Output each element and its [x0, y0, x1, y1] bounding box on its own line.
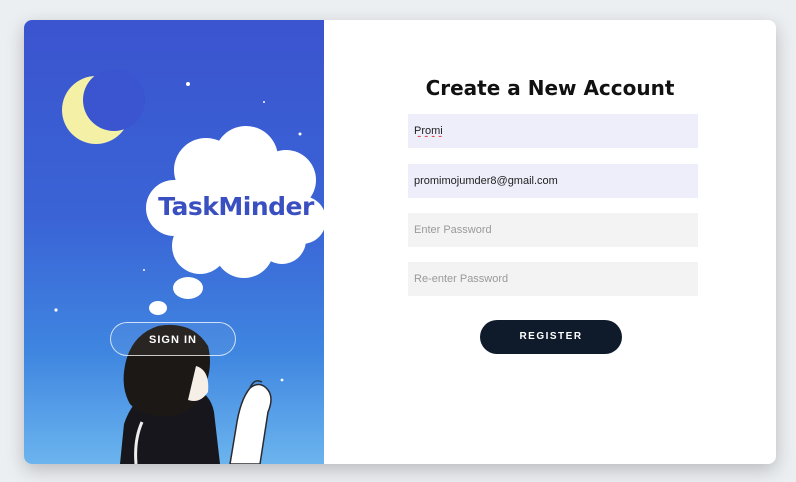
app-logo-text: TaskMinder	[158, 192, 314, 221]
night-sky-illustration	[54, 69, 324, 464]
form-title: Create a New Account	[425, 76, 675, 100]
signup-form: Create a New Account REGISTER	[324, 20, 776, 464]
password-input[interactable]	[408, 213, 698, 247]
register-button[interactable]: REGISTER	[480, 320, 622, 354]
illustration-panel: TaskMinder SIGN IN	[24, 20, 324, 464]
crescent-moon-icon	[62, 69, 145, 144]
name-input[interactable]	[408, 114, 698, 148]
sign-in-button[interactable]: SIGN IN	[110, 322, 236, 356]
email-input[interactable]	[408, 164, 698, 198]
confirm-password-input[interactable]	[408, 262, 698, 296]
signup-card: TaskMinder SIGN IN Create a New Account …	[24, 20, 776, 464]
